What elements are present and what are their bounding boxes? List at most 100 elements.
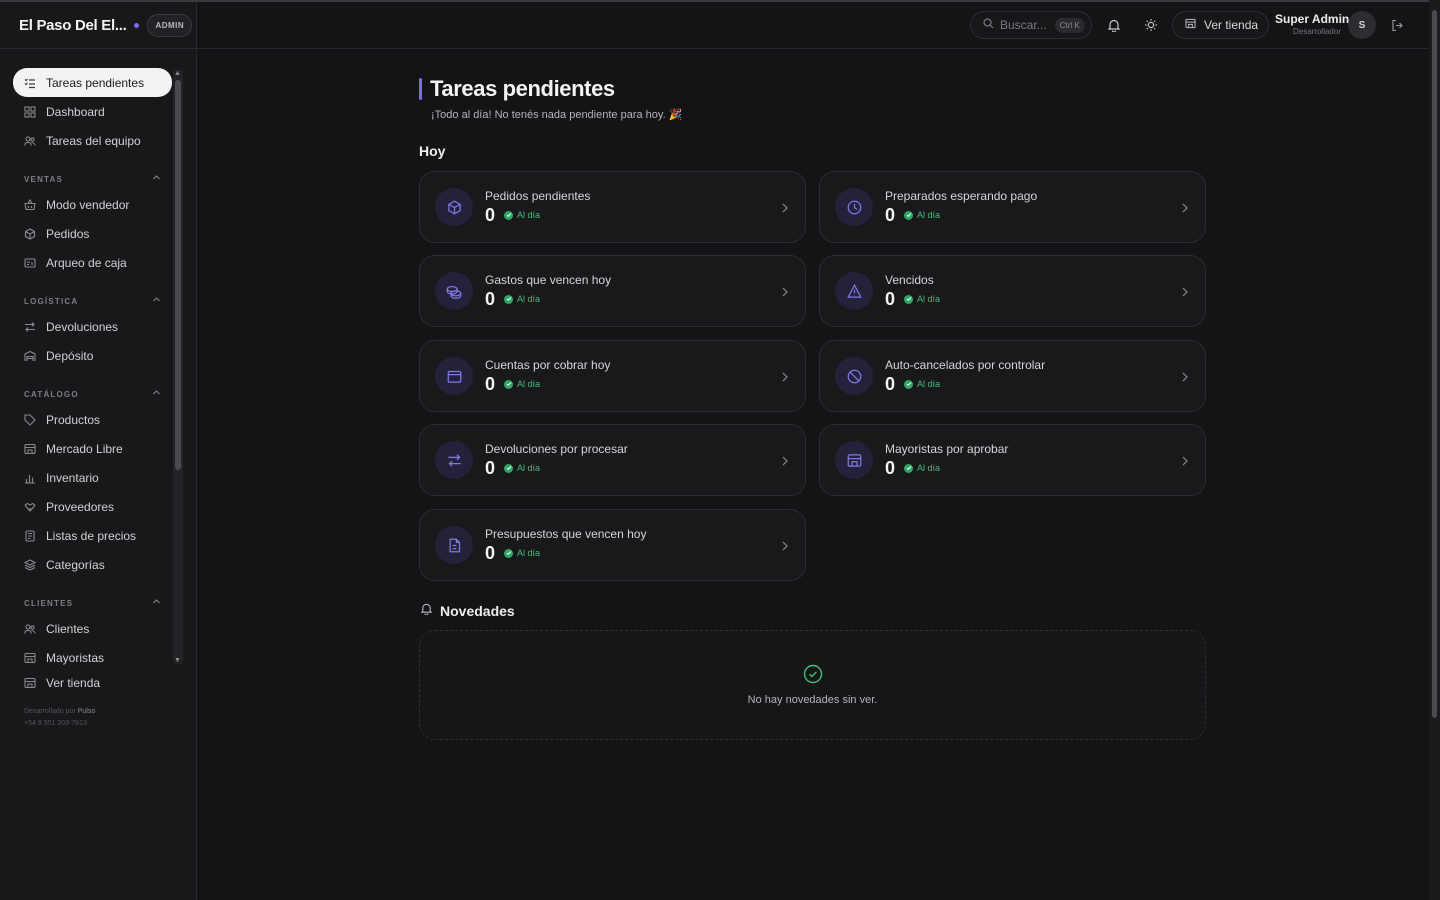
card-count: 0	[485, 289, 496, 309]
status-text: Al día	[517, 548, 541, 558]
logout-icon[interactable]	[1388, 16, 1406, 34]
status-badge: Al día	[504, 463, 540, 473]
chevron-up-icon	[152, 295, 161, 306]
section-ventas[interactable]: VENTAS	[13, 163, 172, 190]
task-card-preparados-esperando-pago[interactable]: Preparados esperando pago 0 Al día	[819, 171, 1206, 243]
sidebar-item-devoluciones[interactable]: Devoluciones	[13, 312, 172, 341]
check-circle-icon	[504, 294, 513, 304]
card-label: Devoluciones por procesar	[485, 442, 628, 456]
section-catalogo[interactable]: CATÁLOGO	[13, 378, 172, 405]
task-card-devoluciones-por-procesar[interactable]: Devoluciones por procesar 0 Al día	[419, 424, 806, 496]
novedades-empty-text: No hay novedades sin ver.	[747, 694, 878, 706]
card-label: Gastos que vencen hoy	[485, 273, 612, 287]
sidebar-item-label: Mayoristas	[46, 650, 105, 665]
card-label: Auto-cancelados por controlar	[885, 358, 1046, 372]
sidebar-item-mayoristas[interactable]: Mayoristas	[13, 643, 172, 672]
brand-status-dot	[134, 22, 140, 28]
sidebar-item-tareas-pendientes[interactable]: Tareas pendientes	[13, 68, 172, 97]
task-card-cuentas-por-cobrar-hoy[interactable]: Cuentas por cobrar hoy 0 Al día	[419, 340, 806, 412]
chevron-right-icon	[781, 369, 789, 387]
sidebar-item-clientes[interactable]: Clientes	[13, 614, 172, 643]
task-card-vencidos[interactable]: Vencidos 0 Al día	[819, 255, 1206, 327]
check-circle-icon	[904, 210, 913, 220]
sidebar-item-label: Proveedores	[46, 499, 115, 514]
task-card-presupuestos-que-vencen-hoy[interactable]: Presupuestos que vencen hoy 0 Al día	[419, 509, 806, 581]
search-placeholder: Buscar...	[1000, 18, 1047, 32]
sidebar-item-label: Pedidos	[46, 226, 90, 241]
brand-header[interactable]: El Paso Del El... ADMIN	[0, 2, 196, 49]
sidebar-item-label: Inventario	[46, 470, 99, 485]
section-title: CLIENTES	[24, 599, 74, 608]
bar-chart-icon	[24, 472, 36, 484]
task-card-mayoristas-por-aprobar[interactable]: Mayoristas por aprobar 0 Al día	[819, 424, 1206, 496]
section-clientes[interactable]: CLIENTES	[13, 587, 172, 614]
search-input[interactable]: Buscar... Ctrl K	[970, 11, 1092, 39]
sidebar-item-tareas-del-equipo[interactable]: Tareas del equipo	[13, 126, 172, 155]
sidebar-item-productos[interactable]: Productos	[13, 405, 172, 434]
chevron-up-icon	[152, 597, 161, 608]
sidebar-item-dashboard[interactable]: Dashboard	[13, 97, 172, 126]
task-card-auto-cancelados[interactable]: Auto-cancelados por controlar 0 Al día	[819, 340, 1206, 412]
task-card-pedidos-pendientes[interactable]: Pedidos pendientes 0 Al día	[419, 171, 806, 243]
sidebar-scrollbar[interactable]: ▲ ▼	[173, 70, 183, 664]
cash-register-icon	[24, 257, 36, 269]
sidebar-item-inventario[interactable]: Inventario	[13, 463, 172, 492]
card-count: 0	[485, 458, 496, 478]
check-circle-icon	[803, 664, 823, 689]
section-title: CATÁLOGO	[24, 390, 79, 399]
sidebar-item-label: Categorías	[46, 557, 105, 572]
sidebar-item-label: Arqueo de caja	[46, 255, 127, 270]
price-list-icon	[24, 529, 36, 542]
sidebar-item-listas-de-precios[interactable]: Listas de precios	[13, 521, 172, 550]
chevron-right-icon	[781, 538, 789, 556]
card-count: 0	[885, 205, 896, 225]
ver-tienda-button[interactable]: Ver tienda	[1172, 11, 1269, 39]
sidebar-item-label: Devoluciones	[46, 319, 119, 334]
sidebar-item-categorias[interactable]: Categorías	[13, 550, 172, 579]
check-circle-icon	[904, 294, 913, 304]
scroll-down-arrow-icon[interactable]: ▼	[174, 657, 181, 664]
task-card-gastos-que-vencen-hoy[interactable]: Gastos que vencen hoy 0 Al día	[419, 255, 806, 327]
novedades-panel: No hay novedades sin ver.	[419, 630, 1206, 740]
sidebar-item-proveedores[interactable]: Proveedores	[13, 492, 172, 521]
avatar[interactable]: S	[1348, 11, 1376, 39]
section-title-hoy: Hoy	[419, 143, 446, 159]
document-icon	[435, 526, 473, 564]
check-circle-icon	[904, 463, 913, 473]
ver-tienda-label: Ver tienda	[1204, 18, 1259, 32]
status-badge: Al día	[504, 379, 540, 389]
sidebar-item-arqueo-de-caja[interactable]: Arqueo de caja	[13, 248, 172, 277]
chevron-right-icon	[1181, 284, 1189, 302]
footer-brand[interactable]: Pulso	[78, 708, 96, 715]
role-badge: ADMIN	[147, 13, 193, 37]
main-scrollbar[interactable]	[1429, 0, 1440, 900]
status-badge: Al día	[904, 210, 940, 220]
sidebar-nav: Tareas pendientes Dashboard Tareas del e…	[13, 68, 172, 694]
check-circle-icon	[504, 210, 513, 220]
sidebar-scrollbar-thumb[interactable]	[175, 80, 181, 470]
sidebar-item-mercado-libre[interactable]: Mercado Libre	[13, 434, 172, 463]
section-logistica[interactable]: LOGÍSTICA	[13, 285, 172, 312]
scroll-up-arrow-icon[interactable]: ▲	[174, 70, 181, 77]
grid-icon	[24, 105, 36, 118]
arrows-swap-icon	[435, 441, 473, 479]
user-role: Desarrollador	[1292, 27, 1341, 36]
sidebar-item-modo-vendedor[interactable]: Modo vendedor	[13, 190, 172, 219]
sidebar-item-label: Depósito	[46, 348, 94, 363]
status-text: Al día	[917, 379, 941, 389]
sidebar-item-ver-tienda[interactable]: Ver tienda	[13, 672, 172, 694]
sidebar-item-pedidos[interactable]: Pedidos	[13, 219, 172, 248]
sidebar-item-deposito[interactable]: Depósito	[13, 341, 172, 370]
list-check-icon	[24, 77, 36, 89]
chevron-right-icon	[781, 453, 789, 471]
chevron-right-icon	[781, 284, 789, 302]
main-scrollbar-thumb[interactable]	[1432, 10, 1437, 718]
user-info[interactable]: Super Admin Desarrollador	[1275, 12, 1349, 36]
layers-icon	[24, 558, 36, 571]
sun-icon[interactable]	[1142, 16, 1160, 34]
status-badge: Al día	[904, 294, 940, 304]
bell-icon[interactable]	[1105, 16, 1123, 34]
chevron-right-icon	[1181, 453, 1189, 471]
store-icon	[835, 441, 873, 479]
box-icon	[435, 188, 473, 226]
